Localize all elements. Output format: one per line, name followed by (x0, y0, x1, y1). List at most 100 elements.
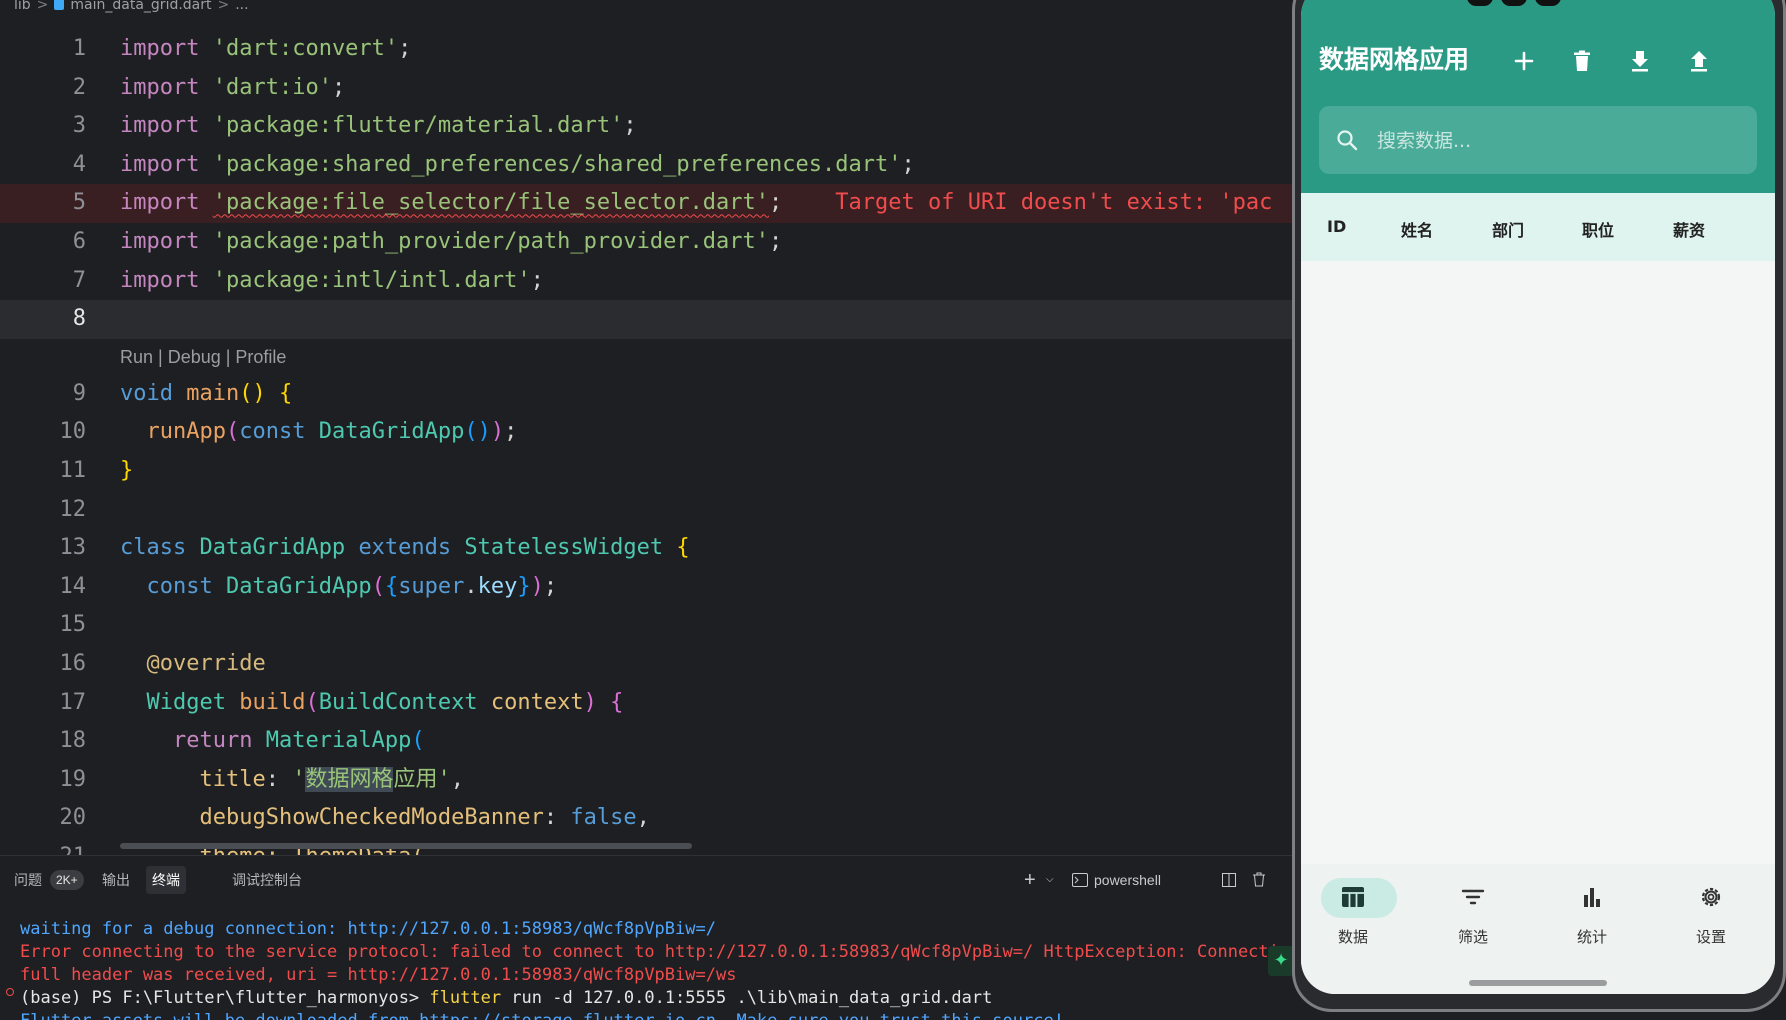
nav-item-stats[interactable]: 统计 (1542, 864, 1642, 964)
code-line-error[interactable]: 5 import 'package:file_selector/file_sele… (0, 184, 1292, 223)
code-line[interactable]: 4 import 'package:shared_preferences/shar… (0, 146, 1292, 185)
line-number: 15 (59, 612, 87, 638)
phone-screen: 数据网格应用 搜索数据... ID 姓名 部门 职位 薪资 数据 筛选 统计 设… (1301, 0, 1775, 994)
nav-item-data[interactable]: 数据 (1303, 864, 1403, 964)
table-icon (1342, 887, 1364, 907)
line-number: 19 (59, 766, 87, 792)
line-number: 1 (72, 36, 86, 61)
code-line[interactable]: 19 title: '数据网格应用', (0, 761, 1292, 800)
terminal-output[interactable]: waiting for a debug connection: http://1… (20, 918, 1290, 1020)
search-field[interactable]: 搜索数据... (1319, 106, 1757, 174)
sparkle-icon[interactable]: ✦ (1268, 946, 1294, 976)
code-line[interactable]: 14 const DataGridApp({super.key}); (0, 568, 1292, 607)
search-placeholder: 搜索数据... (1377, 130, 1472, 152)
selection-highlight: 数据网格 (305, 766, 394, 792)
column-header[interactable]: 薪资 (1673, 217, 1705, 241)
chevron-down-icon[interactable]: ⌵ (1046, 866, 1054, 894)
line-number: 11 (59, 457, 87, 483)
code-line[interactable]: 7 import 'package:intl/intl.dart'; (0, 262, 1292, 301)
code-line-current[interactable]: 8 (0, 300, 1292, 339)
dart-file-icon (54, 0, 65, 10)
tab-debug-console[interactable]: 调试控制台 (226, 866, 308, 894)
column-header[interactable]: 职位 (1582, 217, 1614, 241)
code-line[interactable]: 11} (0, 452, 1292, 491)
terminal-line: waiting for a debug connection: http://1… (20, 919, 716, 939)
breadcrumb-folder[interactable]: lib (14, 0, 31, 13)
filter-icon (1461, 889, 1485, 905)
delete-icon[interactable] (1567, 46, 1597, 76)
line-number: 14 (59, 573, 87, 599)
split-terminal-icon[interactable] (1222, 866, 1236, 894)
code-line[interactable]: 12 (0, 491, 1292, 530)
unresolved-uri[interactable]: 'package:file_selector/file_selector.dar… (213, 190, 769, 215)
column-header[interactable]: 姓名 (1401, 217, 1433, 241)
tab-problems[interactable]: 问题 2K+ (8, 866, 90, 894)
nav-label: 筛选 (1457, 928, 1488, 946)
bottom-navigation: 数据 筛选 统计 设置 (1301, 864, 1775, 994)
line-number: 6 (72, 228, 86, 254)
code-line[interactable]: 6 import 'package:path_provider/path_prov… (0, 223, 1292, 262)
problems-count-badge: 2K+ (50, 870, 84, 890)
code-line[interactable]: 16 @override (0, 645, 1292, 684)
terminal-shell-selector[interactable]: powershell (1072, 866, 1161, 894)
line-number: 10 (59, 419, 87, 445)
column-header[interactable]: 部门 (1492, 217, 1524, 241)
upload-icon[interactable] (1684, 46, 1714, 76)
new-terminal-icon[interactable]: + (1024, 866, 1036, 894)
line-number: 4 (72, 151, 86, 177)
code-line[interactable]: 3 import 'package:flutter/material.dart'; (0, 107, 1292, 146)
breadcrumb: lib > main_data_grid.dart >... (14, 0, 249, 17)
horizontal-scrollbar[interactable] (120, 843, 692, 849)
code-editor[interactable]: lib > main_data_grid.dart >... 1 import 'dar… (0, 0, 1292, 855)
nav-item-settings[interactable]: 设置 (1661, 864, 1761, 964)
trash-icon[interactable] (1252, 866, 1266, 894)
line-number: 3 (72, 113, 86, 139)
terminal-line: (base) PS F:\Flutter\flutter_harmonyos> … (20, 988, 993, 1008)
terminal-line: Flutter assets will be downloaded from h… (20, 1010, 1290, 1020)
bar-chart-icon (1584, 888, 1600, 907)
search-icon (1337, 130, 1358, 151)
code-line[interactable]: 13 class DataGridApp extends StatelessWid… (0, 529, 1292, 568)
line-number: 18 (59, 728, 87, 754)
code-line[interactable]: 1 import 'dart:convert'; (0, 30, 1292, 69)
line-number: 2 (72, 74, 86, 100)
app-bar: 数据网格应用 搜索数据... (1301, 0, 1775, 193)
terminal-line: full header was received, uri = http://1… (20, 965, 737, 985)
app-title: 数据网格应用 (1319, 45, 1470, 74)
status-icon (1501, 0, 1527, 6)
code-line[interactable]: 20 debugShowCheckedModeBanner: false, (0, 799, 1292, 838)
breadcrumb-more[interactable]: ... (235, 0, 248, 13)
code-line[interactable]: 9 void main() { (0, 375, 1292, 414)
nav-item-filter[interactable]: 筛选 (1423, 864, 1523, 964)
status-icon (1467, 0, 1493, 6)
command-error-icon (6, 988, 14, 996)
column-header[interactable]: ID (1327, 217, 1346, 236)
tab-output[interactable]: 输出 (96, 866, 136, 894)
table-header: ID 姓名 部门 职位 薪资 (1301, 193, 1775, 261)
line-number: 12 (59, 496, 87, 522)
code-line[interactable]: 10 runApp(const DataGridApp()); (0, 413, 1292, 452)
nav-label: 数据 (1337, 928, 1368, 946)
line-number: 9 (72, 380, 86, 406)
line-number: 20 (59, 805, 87, 831)
add-icon[interactable] (1509, 46, 1539, 76)
nav-label: 统计 (1576, 928, 1607, 946)
line-number: 5 (72, 190, 86, 216)
line-number: 7 (72, 267, 86, 293)
gear-icon (1701, 887, 1721, 907)
code-line[interactable]: 15 (0, 606, 1292, 645)
download-icon[interactable] (1625, 46, 1655, 76)
line-number: 16 (59, 650, 87, 676)
code-lens[interactable]: Run | Debug | Profile (0, 339, 1292, 375)
home-indicator[interactable] (1469, 980, 1607, 986)
line-number: 13 (59, 535, 87, 561)
tab-terminal[interactable]: 终端 (146, 866, 186, 894)
panel-actions: + ⌵ powershell (992, 866, 1292, 894)
nav-label: 设置 (1695, 928, 1726, 946)
breadcrumb-file[interactable]: main_data_grid.dart (70, 0, 211, 13)
code-line[interactable]: 17 Widget build(BuildContext context) { (0, 684, 1292, 723)
code-area[interactable]: 1 import 'dart:convert'; 2 import 'dart:io… (0, 30, 1292, 855)
line-number: 17 (59, 689, 87, 715)
code-line[interactable]: 18 return MaterialApp( (0, 722, 1292, 761)
code-line[interactable]: 2 import 'dart:io'; (0, 69, 1292, 108)
